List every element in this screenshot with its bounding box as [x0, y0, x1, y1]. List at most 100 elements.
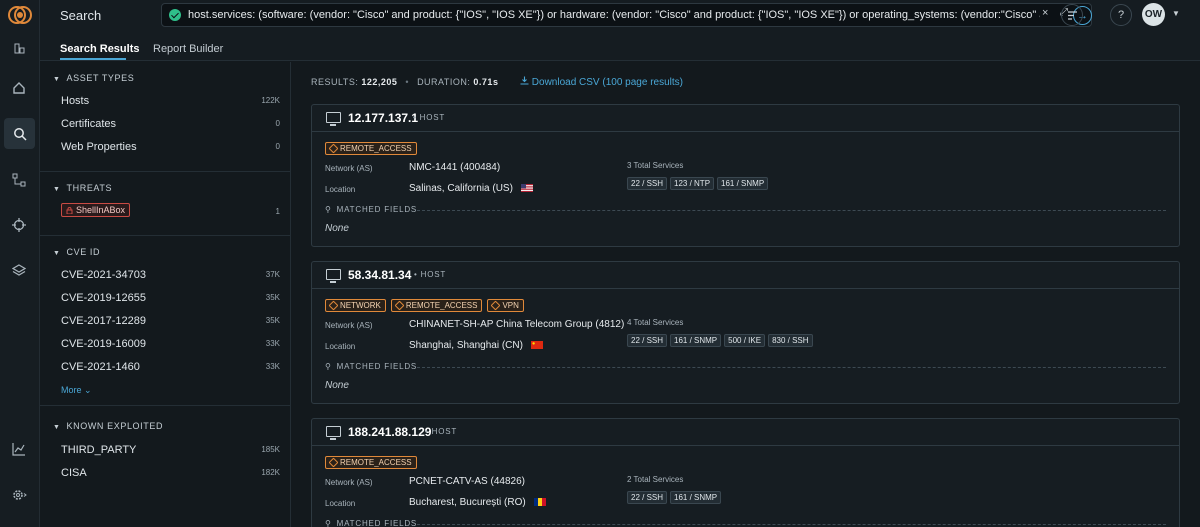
clear-query-icon[interactable]: × — [1042, 7, 1048, 19]
tag-icon — [328, 300, 339, 311]
network-value[interactable]: PCNET-CATV-AS (44826) — [409, 476, 525, 487]
matched-fields-header: ⚲ MATCHED FIELDS — [325, 519, 1166, 527]
tag-icon — [491, 300, 501, 311]
chevron-down-icon: ▼ — [53, 424, 61, 431]
tab-search-results[interactable]: Search Results — [60, 43, 139, 55]
result-card[interactable]: 58.34.81.34 • HOST NETWORK REMOTE_ACCESS… — [311, 261, 1180, 404]
host-ip-link[interactable]: 188.241.88.129 — [348, 425, 431, 439]
service-list: 22 / SSH 123 / NTP 161 / SNMP — [627, 177, 769, 190]
filter-item-hosts[interactable]: Hosts 122K — [61, 95, 280, 107]
download-icon — [520, 76, 529, 85]
location-value[interactable]: Shanghai, Shanghai (CN) — [409, 340, 543, 351]
trend-chart-icon[interactable] — [7, 437, 31, 461]
tag-icon — [394, 300, 405, 311]
host-ip-link[interactable]: 58.34.81.34 — [348, 268, 411, 282]
service-chip[interactable]: 500 / IKE — [724, 334, 766, 347]
network-label: Network (AS) — [325, 164, 373, 173]
us-flag-icon — [520, 184, 533, 192]
pin-icon: ⚲ — [325, 519, 332, 527]
result-card[interactable]: 12.177.137.1 • HOST REMOTE_ACCESS Networ… — [311, 104, 1180, 247]
tab-report-builder[interactable]: Report Builder — [153, 43, 223, 55]
result-card-header: 188.241.88.129 • HOST — [312, 419, 1179, 446]
service-chip[interactable]: 161 / SNMP — [670, 491, 722, 504]
filter-item-cve[interactable]: CVE-2019-12655 35K — [61, 292, 280, 304]
asset-types-header[interactable]: ▼ ASSET TYPES — [53, 73, 134, 83]
network-label: Network (AS) — [325, 478, 373, 487]
total-services-label: 3 Total Services — [627, 161, 684, 170]
search-nav-icon[interactable] — [4, 118, 35, 149]
service-chip[interactable]: 830 / SSH — [768, 334, 813, 347]
query-builder-button[interactable] — [1061, 4, 1083, 26]
known-exploited-header[interactable]: ▼ KNOWN EXPLOITED — [53, 421, 163, 431]
label-tag[interactable]: NETWORK — [325, 299, 386, 312]
monitor-icon — [326, 269, 341, 283]
cve-header[interactable]: ▼ CVE ID — [53, 247, 100, 257]
service-chip[interactable]: 161 / SNMP — [717, 177, 769, 190]
query-text[interactable]: host.services: (software: (vendor: "Cisc… — [188, 9, 1040, 21]
result-card-header: 12.177.137.1 • HOST — [312, 105, 1179, 132]
home-icon[interactable] — [7, 76, 31, 100]
filter-item-web-properties[interactable]: Web Properties 0 — [61, 141, 280, 153]
matched-fields-header: ⚲ MATCHED FIELDS — [325, 362, 1166, 371]
censys-logo[interactable] — [7, 5, 33, 25]
matched-fields-none: None — [325, 380, 349, 391]
label-tag[interactable]: VPN — [487, 299, 524, 312]
network-value[interactable]: CHINANET-SH-AP China Telecom Group (4812… — [409, 319, 624, 330]
service-chip[interactable]: 22 / SSH — [627, 334, 668, 347]
results-summary: RESULTS: 122,205 • DURATION: 0.71s — [311, 77, 499, 87]
filter-item-cve[interactable]: CVE-2019-16009 33K — [61, 338, 280, 350]
filter-item-cve[interactable]: CVE-2021-1460 33K — [61, 361, 280, 373]
label-tag[interactable]: REMOTE_ACCESS — [325, 142, 417, 155]
filter-item-shellinabox[interactable]: ShellInABox 1 — [61, 203, 280, 217]
graph-icon[interactable] — [7, 168, 31, 192]
filter-item-cisa[interactable]: CISA 182K — [61, 467, 280, 479]
service-chip[interactable]: 161 / SNMP — [670, 334, 722, 347]
ro-flag-icon — [533, 498, 546, 506]
threats-header[interactable]: ▼ THREATS — [53, 183, 112, 193]
known-exploited-section: ▼ KNOWN EXPLOITED THIRD_PARTY 185K CISA 182… — [40, 406, 290, 527]
chevron-down-icon[interactable]: ▼ — [1172, 9, 1180, 18]
filter-item-third-party[interactable]: THIRD_PARTY 185K — [61, 444, 280, 456]
service-chip[interactable]: 123 / NTP — [670, 177, 715, 190]
more-cve-link[interactable]: More ⌄ — [61, 385, 92, 396]
label-tag[interactable]: REMOTE_ACCESS — [390, 299, 483, 312]
filter-list-icon — [1067, 10, 1077, 20]
asset-types-section: ▼ ASSET TYPES Hosts 122K Certificates 0 Web… — [40, 62, 290, 172]
matched-fields-header: ⚲ MATCHED FIELDS — [325, 205, 1166, 214]
location-value[interactable]: Salinas, California (US) — [409, 183, 533, 194]
chevron-down-icon: ⌄ — [84, 385, 92, 395]
active-tab-indicator — [60, 58, 126, 60]
query-input[interactable]: host.services: (software: (vendor: "Cisc… — [161, 3, 1092, 27]
user-avatar[interactable]: OW — [1142, 3, 1165, 26]
result-card[interactable]: 188.241.88.129 • HOST REMOTE_ACCESS Netw… — [311, 418, 1180, 527]
crosshair-icon[interactable] — [7, 213, 31, 237]
host-ip-link[interactable]: 12.177.137.1 — [348, 111, 418, 125]
location-label: Location — [325, 499, 356, 508]
label-tags: REMOTE_ACCESS — [325, 456, 417, 469]
total-services-label: 2 Total Services — [627, 475, 684, 484]
help-button[interactable]: ? — [1110, 4, 1132, 26]
settings-gear-icon[interactable] — [7, 483, 31, 507]
filter-item-certificates[interactable]: Certificates 0 — [61, 118, 280, 130]
service-list: 22 / SSH 161 / SNMP — [627, 491, 722, 504]
pin-icon: ⚲ — [325, 362, 332, 371]
filter-item-cve[interactable]: CVE-2017-12289 35K — [61, 315, 280, 327]
filter-item-cve[interactable]: CVE-2021-34703 37K — [61, 269, 280, 281]
layers-icon[interactable] — [7, 259, 31, 283]
host-type-label: • HOST — [425, 427, 458, 436]
service-list: 22 / SSH 161 / SNMP 500 / IKE 830 / SSH — [627, 334, 813, 347]
result-card-header: 58.34.81.34 • HOST — [312, 262, 1179, 289]
location-value[interactable]: Bucharest, București (RO) — [409, 497, 546, 508]
cn-flag-icon — [530, 341, 543, 349]
network-value[interactable]: NMC-1441 (400484) — [409, 162, 500, 173]
label-tag[interactable]: REMOTE_ACCESS — [325, 456, 417, 469]
monitor-icon — [326, 426, 341, 440]
service-chip[interactable]: 22 / SSH — [627, 491, 668, 504]
matched-fields-none: None — [325, 223, 349, 234]
results-panel: RESULTS: 122,205 • DURATION: 0.71s Downloa… — [291, 62, 1200, 527]
service-chip[interactable]: 22 / SSH — [627, 177, 668, 190]
cve-section: ▼ CVE ID CVE-2021-34703 37K CVE-2019-12655… — [40, 236, 290, 406]
dashboard-icon[interactable] — [7, 36, 31, 60]
download-csv-link[interactable]: Download CSV (100 page results) — [520, 76, 683, 88]
network-label: Network (AS) — [325, 321, 373, 330]
